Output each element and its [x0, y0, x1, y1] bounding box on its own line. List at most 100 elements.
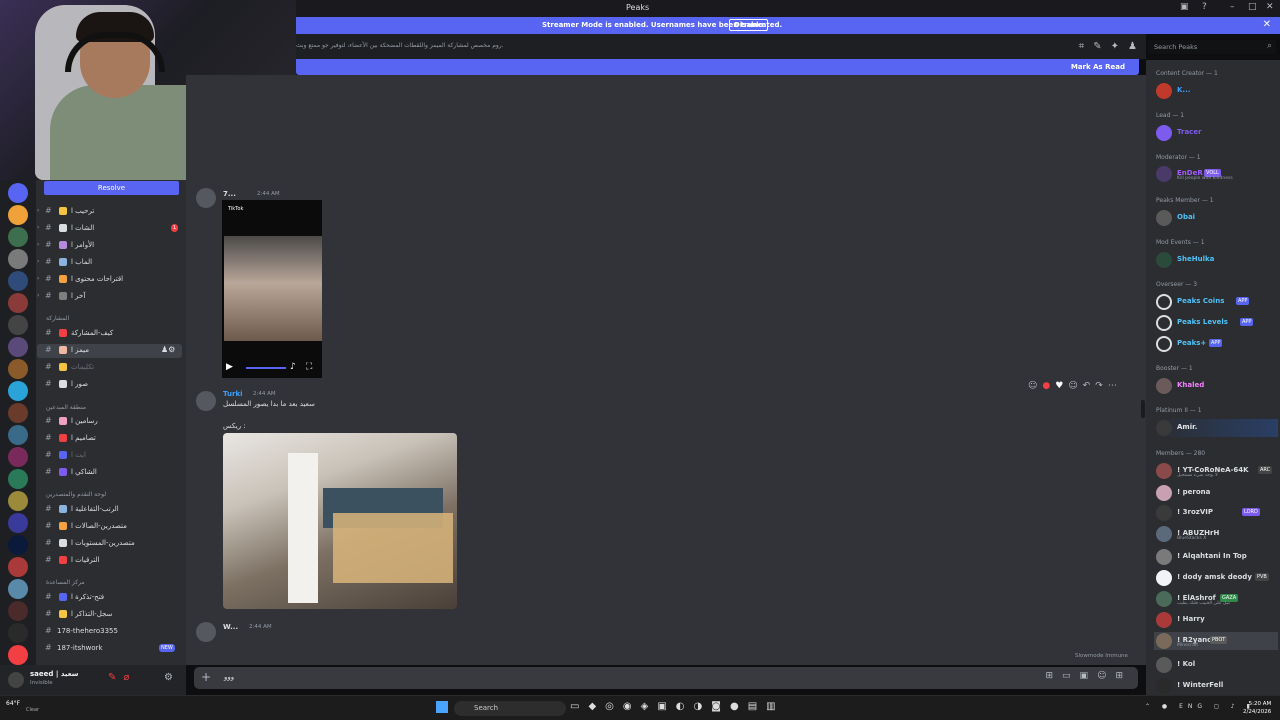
member-list-icon[interactable]: ♟ [1128, 41, 1146, 52]
fullscreen-icon[interactable]: ⛶ [306, 362, 312, 372]
channel-item[interactable]: # متصدرين-الصالات ا [37, 520, 182, 534]
app-icon[interactable]: ◑ [694, 701, 712, 712]
message-author[interactable]: Turki [223, 390, 243, 398]
server-icon[interactable] [8, 381, 28, 401]
avatar[interactable] [196, 188, 216, 208]
home-server-icon[interactable] [8, 183, 28, 203]
mute-mic-icon[interactable]: ✎ [108, 672, 123, 683]
forward-icon[interactable]: ↷ [1095, 381, 1108, 391]
member-row[interactable]: ! dody amsk deody PVB [1154, 569, 1278, 587]
channel-item[interactable]: # ايت ا [37, 449, 182, 463]
channel-item[interactable]: › # ترحيب ا [37, 205, 182, 219]
app-icon[interactable]: ▥ [766, 701, 784, 712]
server-icon[interactable] [8, 469, 28, 489]
server-icon[interactable] [8, 359, 28, 379]
channel-item[interactable]: # رسامين ا [37, 415, 182, 429]
heart-icon[interactable]: ♥ [1055, 381, 1068, 391]
channel-item[interactable]: # الرتب-التفاعلية ا [37, 503, 182, 517]
category-header[interactable]: منطقة المبدعين [46, 404, 86, 411]
teams-icon[interactable]: ◆ [588, 701, 605, 712]
server-icon[interactable] [8, 271, 28, 291]
channel-item[interactable]: # الترقيات ا [37, 554, 182, 568]
channel-item[interactable]: # متصدرين-المستويات ا [37, 537, 182, 551]
member-row[interactable]: ! Harry [1154, 611, 1278, 629]
channel-item[interactable]: # تصاميم ا [37, 432, 182, 446]
invite-icon[interactable]: ♟⚙ [161, 345, 175, 354]
more-icon[interactable]: ⋯ [1108, 381, 1122, 391]
channel-item[interactable]: #178-thehero3355 [37, 625, 182, 639]
channel-item[interactable]: › # الماب ا [37, 256, 182, 270]
new-server-icon[interactable] [8, 645, 28, 665]
app-icon[interactable]: ▣ [657, 701, 675, 712]
gear-icon[interactable]: ⚙ [164, 672, 173, 683]
member-row[interactable]: ! perona [1154, 484, 1278, 502]
member-row[interactable]: ! R2yanc PBOT Minecraft [1154, 632, 1278, 650]
notification-icon[interactable]: ✎ [1093, 41, 1110, 52]
server-icon[interactable] [8, 579, 28, 599]
disable-streamer-button[interactable]: Disable [729, 19, 769, 31]
taskbar-search[interactable]: Search [454, 701, 566, 716]
member-row[interactable]: ! ABUZHrH BlueStacks X [1154, 525, 1278, 543]
system-tray[interactable]: ⌃ ● ENG ◻ ♪ ▮ [1145, 703, 1255, 710]
member-row[interactable]: ! ElAshrof GAZA صل على الحبيب قلبك يطيب [1154, 590, 1278, 608]
threads-icon[interactable]: ⌗ [1079, 41, 1094, 52]
search-input[interactable]: Search Peaks ⌕ [1148, 40, 1276, 54]
gift-icon[interactable]: ⊞ [1045, 671, 1062, 681]
volume-slider[interactable] [246, 367, 286, 369]
emoji-reaction-icon[interactable]: ☺ [1028, 381, 1042, 391]
server-icon[interactable] [8, 403, 28, 423]
deafen-icon[interactable]: ⌀ [123, 672, 136, 683]
heart-reaction-icon[interactable]: ● [1042, 381, 1055, 391]
channel-topic[interactable]: روم مخصص لمشاركة الميمز واللقطات المضحكة… [296, 42, 504, 49]
message-input[interactable]: + ووو ⊞▭▣☺⊞ [194, 667, 1138, 689]
member-row[interactable]: EnDeR VOLL Kill people with kindness [1154, 165, 1278, 183]
server-icon[interactable] [8, 513, 28, 533]
channel-item[interactable]: › # آخر ا [37, 290, 182, 304]
category-header[interactable]: لوحة التقدم والمتصدرين [46, 491, 106, 498]
add-reaction-icon[interactable]: ☺ [1068, 381, 1082, 391]
inbox-icon[interactable]: ▣ [1180, 2, 1189, 12]
volume-icon[interactable]: ♪ [290, 362, 296, 372]
member-row[interactable]: Tracer [1154, 124, 1278, 142]
server-icon[interactable] [8, 425, 28, 445]
channel-item[interactable]: › # اقتراحات محتوى ا [37, 273, 182, 287]
close-banner-icon[interactable]: ✕ [1263, 19, 1271, 30]
channel-item[interactable]: # تكليمات [37, 361, 182, 375]
channel-item[interactable]: › # الأوامر ا [37, 239, 182, 253]
taskbar-clock[interactable]: 5:20 AM 2/24/2026 [1243, 700, 1271, 716]
server-icon[interactable] [8, 293, 28, 313]
close-window-button[interactable]: ✕ [1266, 2, 1274, 12]
file-explorer-icon[interactable]: ▭ [570, 701, 588, 712]
server-icon[interactable] [8, 535, 28, 555]
copilot-icon[interactable]: ◎ [605, 701, 623, 712]
server-icon[interactable] [8, 491, 28, 511]
message-author[interactable]: W... [223, 623, 238, 631]
username[interactable]: saeed | سعيد [30, 670, 79, 678]
channel-item[interactable]: # فتح-تذكرة ا [37, 591, 182, 605]
server-icon[interactable] [8, 249, 28, 269]
category-header[interactable]: المشاركة [46, 315, 69, 322]
member-row[interactable]: Khaled [1154, 377, 1278, 395]
reply-icon[interactable]: ↶ [1083, 381, 1096, 391]
member-row[interactable]: ! Alqahtani In Top [1154, 548, 1278, 566]
member-row[interactable]: ! Kol [1154, 656, 1278, 674]
discord-icon[interactable]: ◙ [711, 701, 730, 712]
resolve-button[interactable]: Resolve [44, 181, 179, 195]
channel-item[interactable]: # صور ا [37, 378, 182, 392]
image-attachment[interactable] [223, 433, 457, 609]
app-icon[interactable]: ▤ [748, 701, 766, 712]
windows-start-icon[interactable] [436, 701, 448, 713]
server-icon[interactable] [8, 557, 28, 577]
channel-item-selected[interactable]: # ميمز ا ♟⚙ [37, 344, 182, 358]
channel-item[interactable]: # سجل-التذاكر ا [37, 608, 182, 622]
server-icon[interactable] [8, 447, 28, 467]
apps-icon[interactable]: ⊞ [1115, 671, 1132, 681]
weather-temp[interactable]: 64°F [6, 700, 20, 707]
pin-icon[interactable]: ✦ [1111, 41, 1128, 52]
server-icon[interactable] [8, 337, 28, 357]
message-author[interactable]: 7... [223, 190, 236, 198]
member-row[interactable]: ! 3rozVIP LORD [1154, 504, 1278, 522]
channel-item[interactable]: #187-itshwork NEW [37, 642, 182, 656]
channel-item[interactable]: # كيف-المشاركة [37, 327, 182, 341]
play-icon[interactable]: ▶ [226, 362, 233, 372]
